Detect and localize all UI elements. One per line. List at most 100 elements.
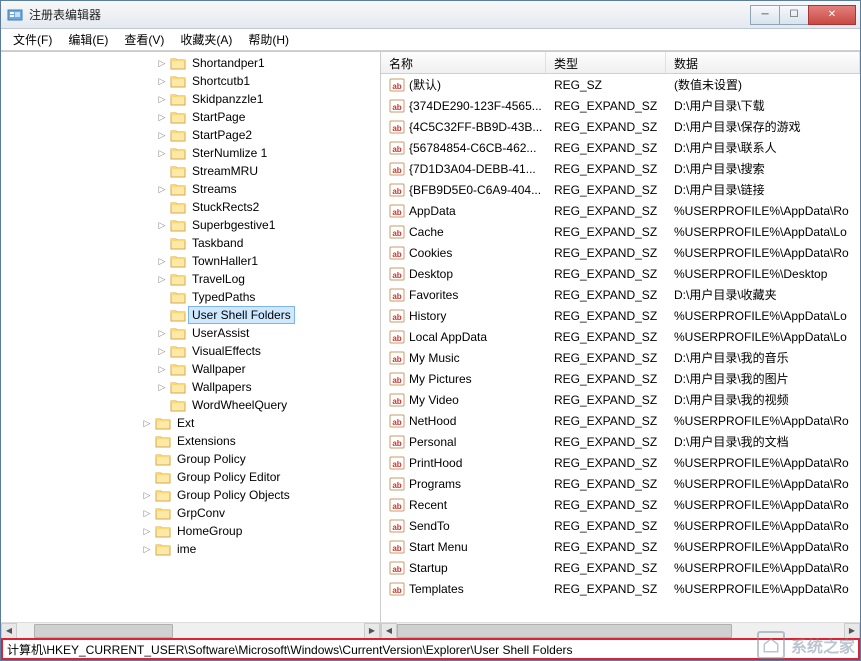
expander-icon[interactable]: ▷: [156, 76, 168, 87]
list-row[interactable]: abPersonalREG_EXPAND_SZD:\用户目录\我的文档: [381, 431, 860, 452]
list-row[interactable]: abProgramsREG_EXPAND_SZ%USERPROFILE%\App…: [381, 473, 860, 494]
expander-icon[interactable]: ▷: [141, 544, 153, 555]
tree-item[interactable]: ▷Wallpapers: [1, 378, 380, 396]
list-row[interactable]: ab{7D1D3A04-DEBB-41...REG_EXPAND_SZD:\用户…: [381, 158, 860, 179]
tree-item-label[interactable]: HomeGroup: [173, 522, 246, 540]
tree-item-label[interactable]: GrpConv: [173, 504, 229, 522]
tree-item[interactable]: Taskband: [1, 234, 380, 252]
tree-item-label[interactable]: Group Policy Objects: [173, 486, 294, 504]
expander-icon[interactable]: ▷: [141, 526, 153, 537]
list-row[interactable]: abCookiesREG_EXPAND_SZ%USERPROFILE%\AppD…: [381, 242, 860, 263]
expander-icon[interactable]: ▷: [156, 274, 168, 285]
list-row[interactable]: ab{56784854-C6CB-462...REG_EXPAND_SZD:\用…: [381, 137, 860, 158]
close-button[interactable]: ✕: [808, 5, 856, 25]
maximize-button[interactable]: ☐: [779, 5, 809, 25]
tree-item-label[interactable]: Group Policy Editor: [173, 468, 284, 486]
list-row[interactable]: abRecentREG_EXPAND_SZ%USERPROFILE%\AppDa…: [381, 494, 860, 515]
tree-item[interactable]: StuckRects2: [1, 198, 380, 216]
list-row[interactable]: abMy VideoREG_EXPAND_SZD:\用户目录\我的视频: [381, 389, 860, 410]
menu-view[interactable]: 查看(V): [116, 29, 172, 50]
tree-item[interactable]: ▷ TravelLog: [1, 270, 380, 288]
list-row[interactable]: ab{374DE290-123F-4565...REG_EXPAND_SZD:\…: [381, 95, 860, 116]
tree-item[interactable]: ▷UserAssist: [1, 324, 380, 342]
tree-item[interactable]: ▷ Skidpanzzle1: [1, 90, 380, 108]
registry-tree[interactable]: ▷Shortandper1▷Shortcutb1▷Skidpanzzle1▷St…: [1, 52, 380, 560]
expander-icon[interactable]: ▷: [156, 184, 168, 195]
col-header-name[interactable]: 名称: [381, 52, 546, 73]
list-row[interactable]: abStartupREG_EXPAND_SZ%USERPROFILE%\AppD…: [381, 557, 860, 578]
menu-file[interactable]: 文件(F): [5, 29, 60, 50]
tree-item-label[interactable]: Shortcutb1: [188, 72, 254, 90]
tree-item-label[interactable]: Group Policy: [173, 450, 250, 468]
col-header-data[interactable]: 数据: [666, 52, 860, 73]
list-row[interactable]: abPrintHoodREG_EXPAND_SZ%USERPROFILE%\Ap…: [381, 452, 860, 473]
list-row[interactable]: abDesktopREG_EXPAND_SZ%USERPROFILE%\Desk…: [381, 263, 860, 284]
list-hscroll[interactable]: ◀ ▶: [381, 622, 860, 638]
tree-item[interactable]: StreamMRU: [1, 162, 380, 180]
expander-icon[interactable]: ▷: [141, 490, 153, 501]
tree-item-label[interactable]: Extensions: [173, 432, 240, 450]
tree-item-label[interactable]: VisualEffects: [188, 342, 265, 360]
tree-item-label[interactable]: Taskband: [188, 234, 247, 252]
tree-item-label[interactable]: TownHaller1: [188, 252, 262, 270]
value-list[interactable]: ab(默认)REG_SZ(数值未设置)ab{374DE290-123F-4565…: [381, 74, 860, 622]
scroll-left-icon[interactable]: ◀: [1, 623, 17, 639]
menu-favorites[interactable]: 收藏夹(A): [172, 29, 240, 50]
expander-icon[interactable]: ▷: [141, 508, 153, 519]
expander-icon[interactable]: ▷: [156, 346, 168, 357]
tree-item-label[interactable]: Superbgestive1: [188, 216, 279, 234]
list-row[interactable]: abTemplatesREG_EXPAND_SZ%USERPROFILE%\Ap…: [381, 578, 860, 599]
tree-item[interactable]: ▷StartPage2: [1, 126, 380, 144]
list-row[interactable]: abAppDataREG_EXPAND_SZ%USERPROFILE%\AppD…: [381, 200, 860, 221]
list-row[interactable]: ab(默认)REG_SZ(数值未设置): [381, 74, 860, 95]
expander-icon[interactable]: ▷: [156, 94, 168, 105]
tree-item[interactable]: ▷ Superbgestive1: [1, 216, 380, 234]
list-row[interactable]: ab{4C5C32FF-BB9D-43B...REG_EXPAND_SZD:\用…: [381, 116, 860, 137]
expander-icon[interactable]: ▷: [156, 112, 168, 123]
tree-item-label[interactable]: User Shell Folders: [188, 306, 295, 324]
tree-item-label[interactable]: Streams: [188, 180, 241, 198]
expander-icon[interactable]: ▷: [141, 418, 153, 429]
list-row[interactable]: abNetHoodREG_EXPAND_SZ%USERPROFILE%\AppD…: [381, 410, 860, 431]
tree-item[interactable]: ▷Shortandper1: [1, 54, 380, 72]
scroll-right-icon[interactable]: ▶: [844, 623, 860, 639]
tree-item[interactable]: Group Policy Editor: [1, 468, 380, 486]
tree-item[interactable]: TypedPaths: [1, 288, 380, 306]
tree-item-label[interactable]: TravelLog: [188, 270, 249, 288]
expander-icon[interactable]: ▷: [156, 220, 168, 231]
tree-item-label[interactable]: StreamMRU: [188, 162, 262, 180]
list-row[interactable]: abSendToREG_EXPAND_SZ%USERPROFILE%\AppDa…: [381, 515, 860, 536]
menu-help[interactable]: 帮助(H): [240, 29, 297, 50]
expander-icon[interactable]: ▷: [156, 256, 168, 267]
expander-icon[interactable]: ▷: [156, 364, 168, 375]
tree-item[interactable]: ▷ GrpConv: [1, 504, 380, 522]
list-row[interactable]: abLocal AppDataREG_EXPAND_SZ%USERPROFILE…: [381, 326, 860, 347]
titlebar[interactable]: 注册表编辑器 ─ ☐ ✕: [1, 1, 860, 29]
list-row[interactable]: abMy PicturesREG_EXPAND_SZD:\用户目录\我的图片: [381, 368, 860, 389]
list-row[interactable]: abCacheREG_EXPAND_SZ%USERPROFILE%\AppDat…: [381, 221, 860, 242]
tree-item[interactable]: ▷ HomeGroup: [1, 522, 380, 540]
list-row[interactable]: abHistoryREG_EXPAND_SZ%USERPROFILE%\AppD…: [381, 305, 860, 326]
tree-item[interactable]: ▷ StartPage: [1, 108, 380, 126]
tree-item-label[interactable]: Ext: [173, 414, 198, 432]
expander-icon[interactable]: ▷: [156, 382, 168, 393]
tree-item-label[interactable]: UserAssist: [188, 324, 253, 342]
tree-item-label[interactable]: StartPage: [188, 108, 249, 126]
tree-item-label[interactable]: StartPage2: [188, 126, 256, 144]
tree-item[interactable]: ▷SterNumlize 1: [1, 144, 380, 162]
tree-item[interactable]: ▷ VisualEffects: [1, 342, 380, 360]
tree-item-label[interactable]: SterNumlize 1: [188, 144, 271, 162]
list-row[interactable]: ab{BFB9D5E0-C6A9-404...REG_EXPAND_SZD:\用…: [381, 179, 860, 200]
tree-item[interactable]: ▷ Group Policy Objects: [1, 486, 380, 504]
minimize-button[interactable]: ─: [750, 5, 780, 25]
tree-item-label[interactable]: Skidpanzzle1: [188, 90, 267, 108]
tree-item[interactable]: ▷ Shortcutb1: [1, 72, 380, 90]
tree-item[interactable]: ▷ Ext: [1, 414, 380, 432]
tree-item[interactable]: ▷ime: [1, 540, 380, 558]
tree-item[interactable]: ▷ TownHaller1: [1, 252, 380, 270]
scroll-right-icon[interactable]: ▶: [364, 623, 380, 639]
tree-item-label[interactable]: WordWheelQuery: [188, 396, 291, 414]
list-row[interactable]: abMy MusicREG_EXPAND_SZD:\用户目录\我的音乐: [381, 347, 860, 368]
tree-item[interactable]: User Shell Folders: [1, 306, 380, 324]
list-row[interactable]: abStart MenuREG_EXPAND_SZ%USERPROFILE%\A…: [381, 536, 860, 557]
